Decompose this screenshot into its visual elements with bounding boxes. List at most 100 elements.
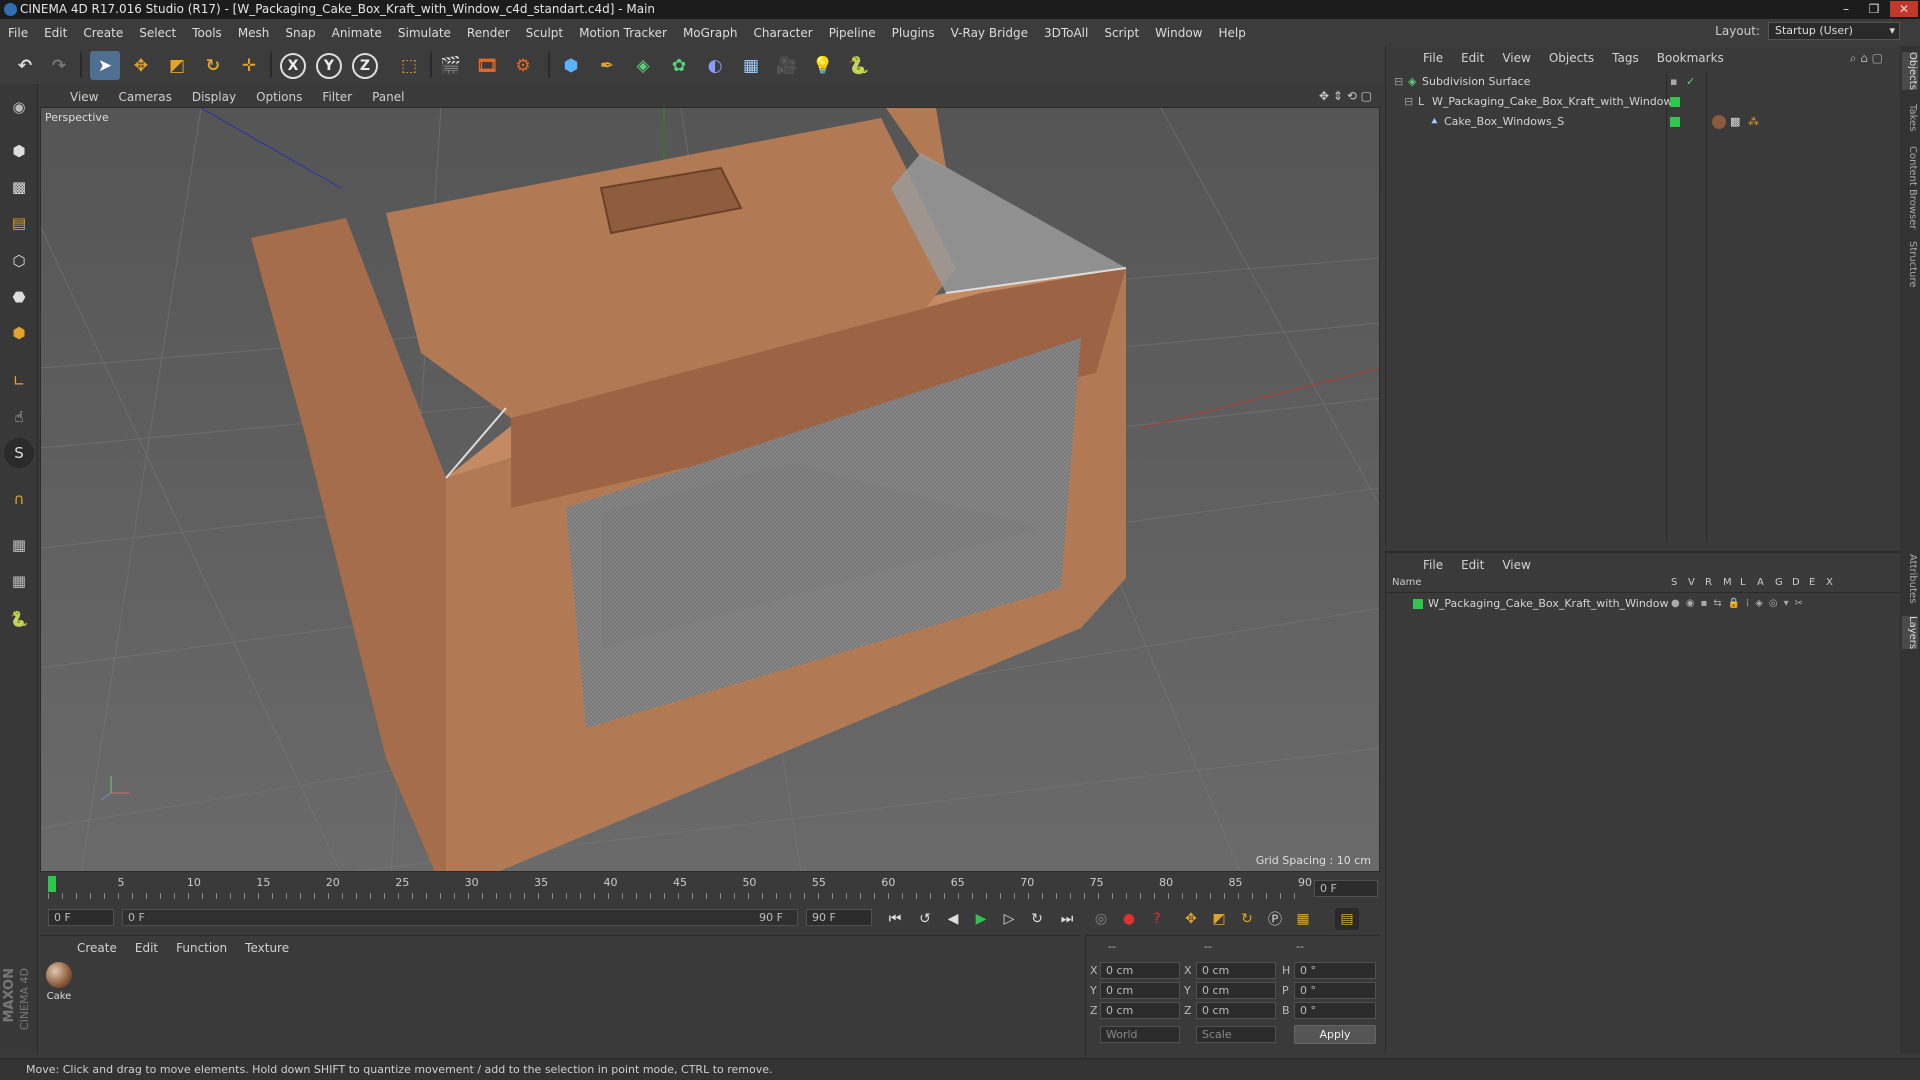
tab-objects[interactable]: Objects	[1902, 52, 1918, 90]
menu-edit[interactable]: Edit	[36, 26, 75, 40]
previous-key-icon[interactable]: ↺	[913, 908, 937, 930]
cube-icon[interactable]: ⬢	[556, 51, 586, 80]
magnet-icon[interactable]: ∩	[4, 484, 34, 514]
maximize-button[interactable]: ❐	[1860, 1, 1888, 17]
object-menu-bookmarks[interactable]: Bookmarks	[1648, 51, 1733, 65]
menu-script[interactable]: Script	[1096, 26, 1147, 40]
coordinate-system-icon[interactable]: ⬚	[394, 51, 424, 80]
rotation-b-field[interactable]: 0 °	[1294, 1002, 1376, 1019]
next-frame-icon[interactable]: ▷	[997, 908, 1021, 930]
layer-flag-icons[interactable]: ●◉▪⇆🔒⁞◈◎▾✂	[1671, 594, 1809, 614]
pen-spline-icon[interactable]: ✒	[592, 51, 622, 80]
next-key-icon[interactable]: ↻	[1025, 908, 1049, 930]
viewport-menu-filter[interactable]: Filter	[312, 90, 362, 104]
live-select-icon[interactable]: ✛	[234, 51, 264, 80]
timeline-ruler[interactable]: 051015202530354045505560657075808590 0 F	[40, 873, 1380, 903]
enabled-check-icon[interactable]: ✓	[1686, 72, 1695, 92]
viewport-menu-cameras[interactable]: Cameras	[108, 90, 181, 104]
end-frame-field[interactable]: 90 F	[806, 909, 872, 926]
key-rotation-icon[interactable]: ↻	[1235, 908, 1259, 930]
previous-frame-icon[interactable]: ◀	[941, 908, 965, 930]
go-to-start-icon[interactable]: ⏮	[883, 908, 907, 930]
size-z-field[interactable]: 0 cm	[1196, 1002, 1276, 1019]
object-row-windows[interactable]: ⯅ Cake_Box_Windows_S ▩ ⁂	[1386, 112, 1900, 132]
layer-menu-edit[interactable]: Edit	[1452, 558, 1493, 572]
menu-help[interactable]: Help	[1210, 26, 1253, 40]
material-menu-edit[interactable]: Edit	[126, 941, 167, 955]
playhead[interactable]	[48, 876, 56, 892]
menu-snap[interactable]: Snap	[277, 26, 323, 40]
menu-mograph[interactable]: MoGraph	[675, 26, 746, 40]
viewport-menu-view[interactable]: View	[60, 90, 108, 104]
size-x-field[interactable]: 0 cm	[1196, 962, 1276, 979]
tab-takes[interactable]: Takes	[1902, 104, 1918, 131]
layer-color-swatch[interactable]	[1413, 599, 1423, 609]
apply-button[interactable]: Apply	[1294, 1025, 1376, 1044]
viewport-menu-display[interactable]: Display	[182, 90, 246, 104]
menu-window[interactable]: Window	[1147, 26, 1210, 40]
record-keys-icon[interactable]: ●	[1117, 908, 1141, 930]
tab-structure[interactable]: Structure	[1902, 241, 1918, 288]
object-menu-file[interactable]: File	[1414, 51, 1452, 65]
play-icon[interactable]: ▶	[969, 908, 993, 930]
phong-tag-icon[interactable]: ⁂	[1748, 112, 1759, 132]
floor-icon[interactable]: ▦	[736, 51, 766, 80]
layer-row[interactable]: W_Packaging_Cake_Box_Kraft_with_Window ●…	[1386, 594, 1900, 614]
lock-z-icon[interactable]: Z	[352, 53, 378, 79]
object-manager-search-icon[interactable]: ⌕ ⌂ ▢	[1841, 51, 1892, 66]
points-mode-icon[interactable]: ⬡	[4, 246, 34, 276]
key-scale-icon[interactable]: ◩	[1207, 908, 1231, 930]
lock-x-icon[interactable]: X	[280, 53, 306, 79]
deformer-icon[interactable]: ◐	[700, 51, 730, 80]
object-menu-tags[interactable]: Tags	[1603, 51, 1648, 65]
workplane-icon[interactable]: ▤	[4, 208, 34, 238]
edges-mode-icon[interactable]: ⬣	[4, 282, 34, 312]
material-menu-create[interactable]: Create	[68, 941, 126, 955]
viewport-nav-icons[interactable]: ✥ ⇕ ⟲ ▢	[1319, 89, 1372, 103]
render-settings-icon[interactable]: ⚙	[508, 51, 538, 80]
scale-icon[interactable]: ◩	[162, 51, 192, 80]
layer-menu-view[interactable]: View	[1493, 558, 1539, 572]
tab-attributes[interactable]: Attributes	[1902, 554, 1918, 603]
undo-icon[interactable]: ↶	[10, 51, 40, 80]
mograph-cloner-icon[interactable]: ✿	[664, 51, 694, 80]
motion-record-icon[interactable]: ◎	[1089, 908, 1113, 930]
python-icon[interactable]: 🐍	[844, 51, 874, 80]
menu-plugins[interactable]: Plugins	[884, 26, 943, 40]
object-menu-view[interactable]: View	[1493, 51, 1539, 65]
menu-create[interactable]: Create	[75, 26, 131, 40]
minimize-button[interactable]: –	[1832, 1, 1860, 17]
key-position-icon[interactable]: ✥	[1179, 908, 1203, 930]
layer-menu-file[interactable]: File	[1414, 558, 1452, 572]
make-editable-icon[interactable]: ◉	[4, 92, 34, 122]
rotation-p-field[interactable]: 0 °	[1294, 982, 1376, 999]
autokey-icon[interactable]: ?	[1145, 908, 1169, 930]
render-view-icon[interactable]: 🎬	[436, 51, 466, 80]
menu-render[interactable]: Render	[459, 26, 518, 40]
menu-animate[interactable]: Animate	[324, 26, 390, 40]
viewport-menu-options[interactable]: Options	[246, 90, 312, 104]
menu-mesh[interactable]: Mesh	[230, 26, 278, 40]
3d-viewport[interactable]: Perspective Grid Spacing : 10 cm	[40, 107, 1380, 872]
axis-mode-icon[interactable]: ∟	[4, 366, 34, 396]
coordinate-mode-select[interactable]: Scale	[1196, 1026, 1276, 1043]
menu-character[interactable]: Character	[745, 26, 820, 40]
object-menu-edit[interactable]: Edit	[1452, 51, 1493, 65]
object-row-subdivision-surface[interactable]: ⊟ ◈ Subdivision Surface ▪ ✓	[1386, 72, 1900, 92]
position-z-field[interactable]: 0 cm	[1100, 1002, 1180, 1019]
move-icon[interactable]: ✥	[126, 51, 156, 80]
workplane-lock-icon[interactable]: ▦	[4, 566, 34, 596]
object-row-packaging[interactable]: ⊟ L W_Packaging_Cake_Box_Kraft_with_Wind…	[1386, 92, 1900, 112]
redo-icon[interactable]: ↷	[44, 51, 74, 80]
edit-render-toggles[interactable]: ▪	[1670, 72, 1677, 92]
size-y-field[interactable]: 0 cm	[1196, 982, 1276, 999]
menu-tools[interactable]: Tools	[184, 26, 230, 40]
light-icon[interactable]: 💡	[808, 51, 838, 80]
tab-layers[interactable]: Layers	[1902, 616, 1918, 650]
tweak-icon[interactable]: ☝	[4, 402, 34, 432]
key-param-icon[interactable]: Ⓟ	[1263, 908, 1287, 930]
menu-select[interactable]: Select	[131, 26, 184, 40]
grid-snap-icon[interactable]: ▦	[4, 530, 34, 560]
frame-range-slider[interactable]: 0 F 90 F	[122, 909, 798, 926]
material-menu-texture[interactable]: Texture	[236, 941, 298, 955]
